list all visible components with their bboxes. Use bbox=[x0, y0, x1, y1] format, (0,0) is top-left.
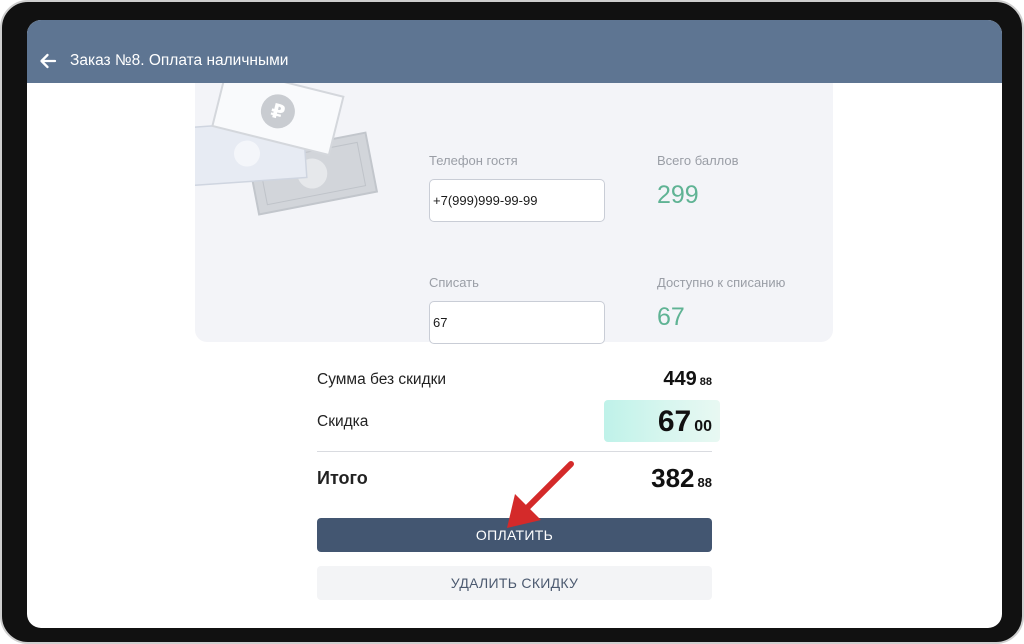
available-value: 67 bbox=[657, 303, 685, 331]
page-title: Заказ №8. Оплата наличными bbox=[70, 52, 289, 69]
summary-divider bbox=[317, 451, 712, 452]
annotation-arrow-icon bbox=[507, 461, 574, 528]
total-main: 382 bbox=[651, 463, 695, 493]
total-points-value: 299 bbox=[657, 181, 699, 209]
subtotal-label: Сумма без скидки bbox=[317, 371, 447, 388]
remove-discount-button[interactable]: УДАЛИТЬ СКИДКУ bbox=[317, 566, 712, 600]
total-points-label: Всего баллов bbox=[657, 153, 739, 168]
total-cents: 88 bbox=[697, 475, 712, 490]
phone-input[interactable] bbox=[429, 179, 605, 222]
subtotal-amount: 449 88 bbox=[663, 368, 712, 391]
writeoff-input[interactable] bbox=[429, 301, 605, 344]
discount-label: Скидка bbox=[317, 413, 369, 430]
available-label: Доступно к списанию bbox=[657, 275, 786, 290]
loyalty-panel: ₽ Телефон гостя Всего баллов 299 Списать… bbox=[195, 83, 833, 344]
discount-main: 67 bbox=[657, 405, 692, 438]
app-bar: Заказ №8. Оплата наличными bbox=[27, 20, 1002, 83]
phone-label: Телефон гостя bbox=[429, 153, 518, 168]
back-button[interactable] bbox=[37, 50, 59, 72]
tablet-frame: Заказ №8. Оплата наличными ₽ Телефон гос… bbox=[0, 0, 1024, 644]
total-amount: 382 88 bbox=[651, 463, 712, 494]
subtotal-cents: 88 bbox=[699, 376, 712, 388]
cash-illustration: ₽ bbox=[195, 83, 385, 233]
writeoff-label: Списать bbox=[429, 275, 479, 290]
discount-amount: 67 00 bbox=[658, 405, 712, 439]
app-screen: Заказ №8. Оплата наличными ₽ Телефон гос… bbox=[27, 20, 1002, 628]
total-label: Итого bbox=[317, 468, 368, 488]
subtotal-main: 449 bbox=[663, 368, 697, 390]
discount-cents: 00 bbox=[694, 418, 712, 435]
arrow-left-icon bbox=[40, 53, 57, 69]
